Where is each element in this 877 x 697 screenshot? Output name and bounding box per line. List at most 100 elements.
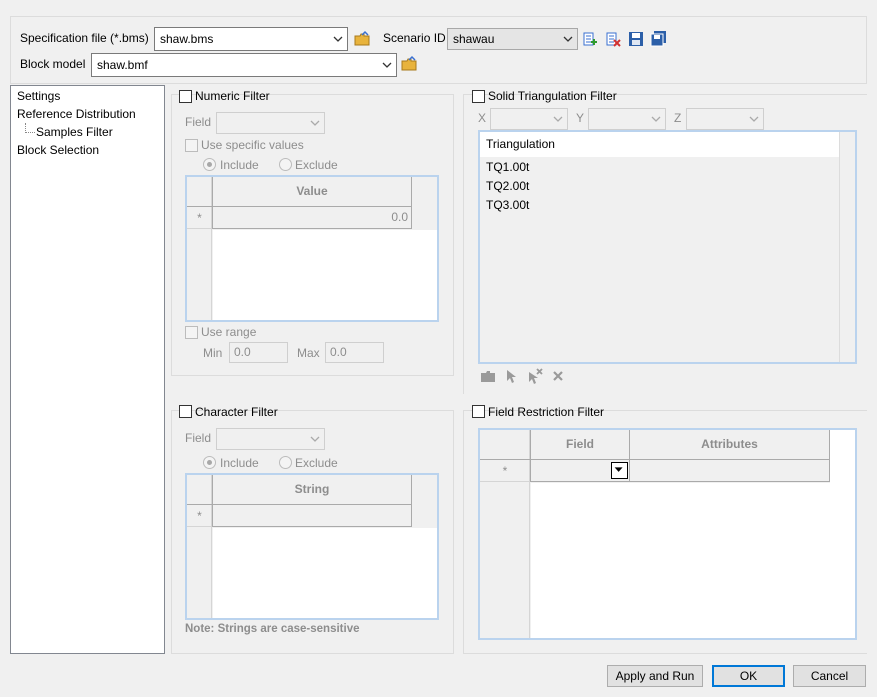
- block-model-combo[interactable]: shaw.bmf: [91, 53, 397, 77]
- spec-file-label: Specification file (*.bms): [20, 31, 149, 45]
- attributes-cell[interactable]: [630, 460, 830, 482]
- field-restriction-title: Field Restriction Filter: [488, 405, 605, 419]
- list-item[interactable]: TQ1.00t: [486, 159, 529, 175]
- save-icon[interactable]: [627, 30, 645, 48]
- use-range-label: Use range: [201, 325, 257, 339]
- chevron-down-icon: [382, 62, 392, 68]
- tree-item-samples-filter[interactable]: Samples Filter: [36, 124, 113, 140]
- numeric-field-label: Field: [185, 115, 212, 129]
- spec-file-value: shaw.bms: [160, 32, 214, 46]
- row-marker: *: [502, 464, 508, 478]
- numeric-exclude-label: Exclude: [295, 158, 338, 172]
- grid-new-row-marker: *: [187, 505, 212, 527]
- string-column-header[interactable]: String: [212, 475, 412, 505]
- numeric-field-combo[interactable]: [216, 112, 325, 134]
- field-column-header[interactable]: Field: [530, 430, 630, 460]
- numeric-values-grid[interactable]: Value * 0.0: [185, 175, 439, 322]
- string-cell[interactable]: [212, 505, 412, 527]
- numeric-filter-checkbox[interactable]: [179, 90, 192, 103]
- character-strings-grid[interactable]: String *: [185, 473, 439, 620]
- grid-new-row-marker: *: [187, 207, 212, 229]
- max-input[interactable]: 0.0: [325, 342, 384, 363]
- x-label: X: [478, 111, 487, 125]
- open-folder-icon[interactable]: [400, 55, 418, 73]
- field-header-text: Field: [565, 437, 594, 451]
- z-combo[interactable]: [686, 108, 764, 130]
- tree-connector: [25, 123, 35, 133]
- character-field-label: Field: [185, 431, 212, 445]
- string-header-text: String: [294, 482, 330, 496]
- min-input[interactable]: 0.0: [229, 342, 288, 363]
- remove-icon[interactable]: [549, 367, 567, 385]
- grid-corner: [480, 430, 530, 460]
- numeric-include-radio[interactable]: [203, 158, 216, 171]
- block-model-label: Block model: [20, 57, 86, 71]
- list-item[interactable]: TQ2.00t: [486, 178, 529, 194]
- navigation-tree: Settings Reference Distribution Samples …: [10, 85, 165, 654]
- triangulation-list[interactable]: Triangulation TQ1.00t TQ2.00t TQ3.00t: [478, 130, 857, 364]
- x-combo[interactable]: [490, 108, 568, 130]
- solid-triangulation-checkbox[interactable]: [472, 90, 485, 103]
- chevron-down-icon: [749, 116, 759, 122]
- numeric-exclude-radio[interactable]: [279, 158, 292, 171]
- chevron-down-icon: [651, 116, 661, 122]
- value-column-header[interactable]: Value: [212, 177, 412, 207]
- character-exclude-label: Exclude: [295, 456, 338, 470]
- dropdown-arrow-icon: [614, 467, 623, 472]
- save-as-icon[interactable]: [650, 30, 668, 48]
- y-label: Y: [576, 111, 585, 125]
- scenario-value: shawau: [453, 32, 495, 46]
- grid-corner: [187, 177, 212, 207]
- grid-body: [213, 528, 437, 618]
- spec-file-combo[interactable]: shaw.bms: [154, 27, 348, 51]
- field-restriction-checkbox[interactable]: [472, 405, 485, 418]
- grid-body: [531, 483, 855, 638]
- character-include-radio[interactable]: [203, 456, 216, 469]
- cancel-button[interactable]: Cancel: [793, 665, 866, 687]
- character-field-combo[interactable]: [216, 428, 325, 450]
- open-folder-icon[interactable]: [479, 367, 497, 385]
- attributes-header-text: Attributes: [701, 437, 758, 451]
- row-marker: *: [197, 211, 202, 225]
- field-restriction-grid[interactable]: Field Attributes *: [478, 428, 857, 640]
- use-specific-values-label: Use specific values: [201, 138, 304, 152]
- chevron-down-icon: [333, 36, 343, 42]
- list-body: [480, 132, 839, 362]
- use-range-checkbox[interactable]: [185, 326, 198, 339]
- list-header-text: Triangulation: [486, 137, 555, 151]
- open-folder-icon[interactable]: [353, 30, 371, 48]
- list-scrollbar-track[interactable]: [839, 132, 855, 362]
- tree-item-reference-distribution[interactable]: Reference Distribution: [17, 106, 136, 122]
- z-label: Z: [674, 111, 682, 125]
- apply-and-run-button[interactable]: Apply and Run: [607, 665, 703, 687]
- scenario-combo[interactable]: shawau: [447, 28, 578, 50]
- value-header-text: Value: [296, 184, 328, 198]
- character-exclude-radio[interactable]: [279, 456, 292, 469]
- tree-item-block-selection[interactable]: Block Selection: [17, 142, 99, 158]
- attributes-column-header[interactable]: Attributes: [630, 430, 830, 460]
- character-filter-checkbox[interactable]: [179, 405, 192, 418]
- value-cell[interactable]: 0.0: [212, 207, 412, 229]
- solid-triangulation-title: Solid Triangulation Filter: [488, 89, 617, 103]
- grid-body: [213, 230, 437, 320]
- ok-button[interactable]: OK: [712, 665, 785, 687]
- grid-corner: [187, 475, 212, 505]
- list-header[interactable]: Triangulation: [480, 132, 839, 157]
- grid-new-row-marker: *: [480, 460, 530, 482]
- add-scenario-icon[interactable]: [581, 30, 599, 48]
- field-cell-dropdown[interactable]: [611, 462, 628, 479]
- tree-item-settings[interactable]: Settings: [17, 88, 60, 104]
- block-model-value: shaw.bmf: [97, 58, 148, 72]
- use-specific-values-checkbox[interactable]: [185, 139, 198, 152]
- grid-header-fill: [830, 430, 855, 483]
- chevron-down-icon: [310, 436, 320, 442]
- case-sensitive-note: Note: Strings are case-sensitive: [185, 623, 360, 635]
- character-include-label: Include: [220, 456, 259, 470]
- list-item[interactable]: TQ3.00t: [486, 197, 529, 213]
- min-label: Min: [203, 346, 223, 360]
- y-combo[interactable]: [588, 108, 666, 130]
- delete-scenario-icon[interactable]: [604, 30, 622, 48]
- deselect-pointer-icon[interactable]: [526, 367, 544, 385]
- chevron-down-icon: [310, 120, 320, 126]
- select-pointer-icon[interactable]: [503, 367, 521, 385]
